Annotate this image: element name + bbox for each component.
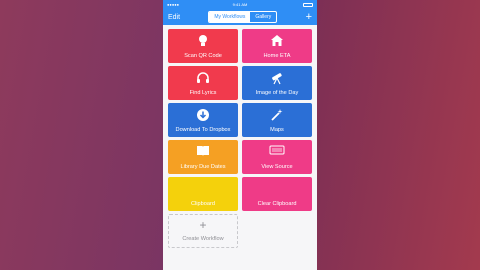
tile-label: Image of the Day: [255, 90, 299, 96]
tile-label: Scan QR Code: [184, 53, 222, 59]
tile-label: Maps: [270, 127, 284, 133]
lightbulb-icon: [199, 35, 207, 46]
edit-button[interactable]: Edit: [168, 14, 180, 21]
download-arrow-icon: [197, 109, 209, 121]
tile-label: Clipboard: [191, 201, 215, 207]
navigation-bar: Edit My Workflows Gallery +: [163, 9, 317, 25]
status-bar: ●●●●● 9:41 AM: [163, 0, 317, 9]
tab-my-workflows[interactable]: My Workflows: [209, 12, 251, 22]
workflow-tile-clipboard[interactable]: Clipboard: [168, 177, 238, 211]
keyboard-icon: [269, 145, 285, 155]
create-workflow-label: Create Workflow: [182, 236, 224, 242]
status-time: 9:41 AM: [232, 2, 248, 7]
tile-label: Download To Dropbox: [175, 127, 231, 133]
workflow-tile-maps[interactable]: Maps: [242, 103, 312, 137]
segmented-control: My Workflows Gallery: [208, 11, 278, 23]
workflow-tile-download-to-dropbox[interactable]: Download To Dropbox: [168, 103, 238, 137]
house-icon: [271, 35, 283, 46]
tile-label: Clear Clipboard: [257, 201, 297, 207]
tab-gallery[interactable]: Gallery: [250, 12, 276, 22]
add-workflow-button[interactable]: +: [306, 11, 312, 23]
tile-label: Home ETA: [263, 53, 291, 59]
telescope-icon: [272, 73, 282, 85]
workflow-tile-image-of-the-day[interactable]: Image of the Day: [242, 66, 312, 100]
tile-label: View Source: [261, 164, 293, 170]
tile-label: Library Due Dates: [180, 164, 226, 170]
workflow-grid: Scan QR Code Home ETA Find Lyrics Image …: [168, 29, 312, 248]
workflow-tile-library-due-dates[interactable]: Library Due Dates: [168, 140, 238, 174]
headphones-icon: [197, 72, 209, 83]
workflow-tile-scan-qr-code[interactable]: Scan QR Code: [168, 29, 238, 63]
plus-icon: +: [199, 218, 207, 232]
magic-wand-icon: [271, 109, 283, 121]
book-icon: [197, 146, 209, 156]
workflow-tile-home-eta[interactable]: Home ETA: [242, 29, 312, 63]
tile-label: Find Lyrics: [189, 90, 217, 96]
workflow-tile-view-source[interactable]: View Source: [242, 140, 312, 174]
workflow-tile-find-lyrics[interactable]: Find Lyrics: [168, 66, 238, 100]
phone-screen: ●●●●● 9:41 AM Edit My Workflows Gallery …: [163, 0, 317, 270]
create-workflow-button[interactable]: + Create Workflow: [168, 214, 238, 248]
workflow-tile-clear-clipboard[interactable]: Clear Clipboard: [242, 177, 312, 211]
